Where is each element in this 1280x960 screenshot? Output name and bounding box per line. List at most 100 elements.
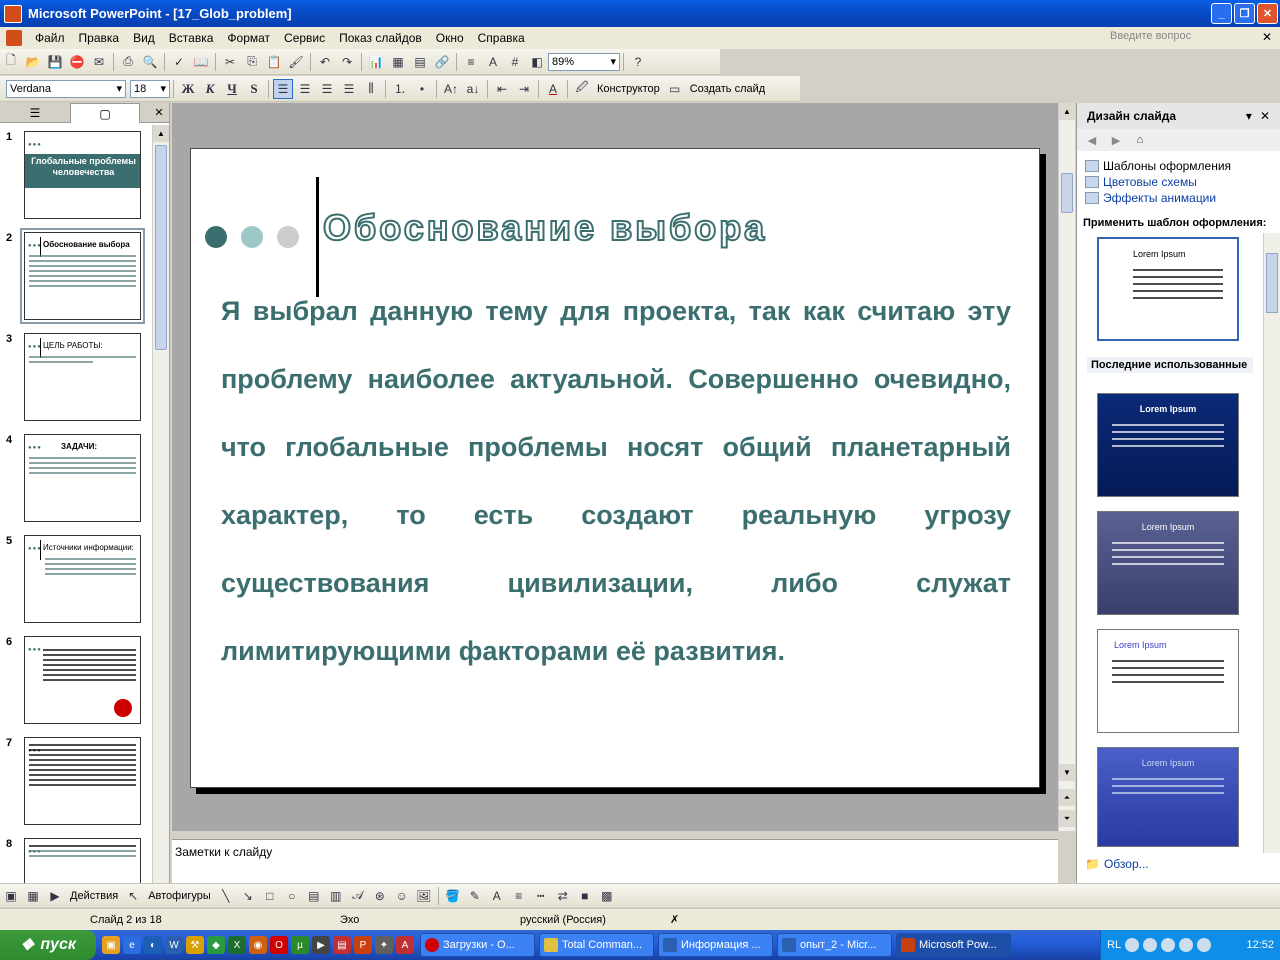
media-icon[interactable]: ▶: [312, 936, 330, 954]
slide-thumbnail-row[interactable]: 4 ●●● ЗАДАЧИ:: [0, 428, 150, 522]
menu-edit[interactable]: Правка: [72, 31, 127, 45]
new-slide-button[interactable]: Создать слайд: [686, 83, 769, 95]
task-word-opyt[interactable]: опыт_2 - Micr...: [777, 933, 892, 957]
close-button[interactable]: ✕: [1257, 3, 1278, 24]
color-grayscale-icon[interactable]: ◧: [527, 52, 547, 72]
picture-icon[interactable]: 🖼: [414, 886, 434, 906]
tray-icon[interactable]: [1125, 938, 1140, 952]
outline-tab[interactable]: ☰: [0, 103, 70, 123]
designer-button[interactable]: Конструктор: [593, 83, 664, 95]
chart-icon[interactable]: 📊: [366, 52, 386, 72]
firefox-icon[interactable]: ◉: [249, 936, 267, 954]
bullets-icon[interactable]: •: [412, 79, 432, 99]
dash-style-icon[interactable]: ┅: [531, 886, 551, 906]
font-color-icon[interactable]: A: [543, 79, 563, 99]
show-formatting-icon[interactable]: A: [483, 52, 503, 72]
align-center-icon[interactable]: ☰: [295, 79, 315, 99]
menu-insert[interactable]: Вставка: [162, 31, 221, 45]
slide-thumbnail-row[interactable]: 6 ●●●: [0, 630, 150, 724]
slide-thumbnail[interactable]: ●●● ЗАДАЧИ:: [24, 434, 141, 522]
app-icon[interactable]: ◆: [207, 936, 225, 954]
task-opera[interactable]: Загрузки - О...: [420, 933, 535, 957]
save-tool-icon[interactable]: ▤: [333, 936, 351, 954]
expand-all-icon[interactable]: ≡: [461, 52, 481, 72]
slideshow-view-icon[interactable]: ▶: [45, 886, 65, 906]
slide-thumbnail[interactable]: ●●●: [24, 838, 141, 883]
spelling-icon[interactable]: ✓: [169, 52, 189, 72]
menu-help[interactable]: Справка: [471, 31, 532, 45]
menu-tools[interactable]: Сервис: [277, 31, 332, 45]
save-icon[interactable]: 💾: [45, 52, 65, 72]
design-template-purple[interactable]: Lorem Ipsum: [1097, 511, 1239, 615]
slide-thumbnail-selected[interactable]: ●●● Обоснование выбора: [20, 228, 145, 324]
menu-view[interactable]: Вид: [126, 31, 162, 45]
forward-icon[interactable]: ▶: [1107, 131, 1125, 149]
slide-thumbnail-row[interactable]: 8 ●●●: [0, 832, 150, 883]
fill-color-icon[interactable]: 🪣: [443, 886, 463, 906]
acrobat-icon[interactable]: A: [396, 936, 414, 954]
slide-scrollbar[interactable]: ▲ ▼ ⏶ ⏷: [1058, 103, 1075, 831]
underline-button[interactable]: Ч: [222, 79, 242, 99]
tool-icon[interactable]: ⚒: [186, 936, 204, 954]
powerpoint-quick-icon[interactable]: P: [354, 936, 372, 954]
minimize-button[interactable]: _: [1211, 3, 1232, 24]
rectangle-icon[interactable]: □: [260, 886, 280, 906]
font-size-select[interactable]: 18 ▾: [130, 79, 170, 98]
restore-button[interactable]: ❐: [1234, 3, 1255, 24]
actions-menu[interactable]: Действия: [66, 890, 122, 902]
tray-icon[interactable]: [1143, 938, 1158, 952]
taskpane-scrollbar[interactable]: [1263, 233, 1280, 853]
slide-thumbnail-row[interactable]: 7 ●●●: [0, 731, 150, 825]
browse-link[interactable]: 📁 Обзор...: [1085, 857, 1149, 871]
language-indicator[interactable]: RL: [1107, 939, 1121, 951]
autoshapes-menu[interactable]: Автофигуры: [144, 890, 215, 902]
shadow-button[interactable]: S: [244, 79, 264, 99]
line-style-icon[interactable]: ≡: [509, 886, 529, 906]
color-schemes-link[interactable]: Цветовые схемы: [1085, 175, 1272, 189]
taskpane-menu-icon[interactable]: ▾: [1246, 109, 1252, 123]
design-templates-link[interactable]: Шаблоны оформления: [1085, 159, 1272, 173]
redo-icon[interactable]: ↷: [337, 52, 357, 72]
font-color-icon[interactable]: A: [487, 886, 507, 906]
slide-thumbnail-row[interactable]: 5 ●●● Источники информации:: [0, 529, 150, 623]
scroll-down-icon[interactable]: ▼: [1059, 764, 1075, 781]
slide-thumbnail-row[interactable]: 1 ●●● Глобальные проблемы человечества: [0, 125, 150, 219]
cut-icon[interactable]: ✂: [220, 52, 240, 72]
slide-thumbnail[interactable]: ●●●: [24, 636, 141, 724]
task-word-info[interactable]: Информация ...: [658, 933, 773, 957]
paste-icon[interactable]: 📋: [264, 52, 284, 72]
design-template-blue[interactable]: Lorem Ipsum: [1097, 393, 1239, 497]
slide-thumbnail[interactable]: ●●● ЦЕЛЬ РАБОТЫ:: [24, 333, 141, 421]
opera-icon[interactable]: O: [270, 936, 288, 954]
decrease-indent-icon[interactable]: ⇤: [492, 79, 512, 99]
decrease-font-icon[interactable]: a↓: [463, 79, 483, 99]
previous-slide-icon[interactable]: ⏶: [1059, 789, 1075, 806]
help-icon[interactable]: ?: [628, 52, 648, 72]
help-search-input[interactable]: Введите вопрос: [1106, 30, 1256, 46]
open-icon[interactable]: 📂: [23, 52, 43, 72]
animation-schemes-link[interactable]: Эффекты анимации: [1085, 191, 1272, 205]
clipart-icon[interactable]: ☺: [392, 886, 412, 906]
slide-thumbnail-row[interactable]: 2 ●●● Обоснование выбора: [0, 226, 150, 324]
grid-icon[interactable]: #: [505, 52, 525, 72]
new-icon[interactable]: 🗋: [1, 52, 21, 72]
close-doc-icon[interactable]: ✕: [1262, 30, 1272, 44]
back-icon[interactable]: ◀: [1083, 131, 1101, 149]
ie-icon[interactable]: e: [123, 936, 141, 954]
scroll-thumb[interactable]: [1061, 173, 1073, 213]
select-pointer-icon[interactable]: ↖: [123, 886, 143, 906]
start-button[interactable]: ❖ пуск: [0, 930, 96, 960]
menu-file[interactable]: Файл: [28, 31, 72, 45]
email-icon[interactable]: ✉: [89, 52, 109, 72]
menu-slideshow[interactable]: Показ слайдов: [332, 31, 429, 45]
research-icon[interactable]: 📖: [191, 52, 211, 72]
close-icon[interactable]: ✕: [149, 103, 169, 122]
sorter-view-icon[interactable]: ▦: [23, 886, 43, 906]
diagram-icon[interactable]: ⊛: [370, 886, 390, 906]
3d-style-icon[interactable]: ▩: [597, 886, 617, 906]
slide-title[interactable]: Обоснование выбора: [322, 206, 767, 249]
line-icon[interactable]: ╲: [216, 886, 236, 906]
slide-body-text[interactable]: Я выбрал данную тему для проекта, так ка…: [221, 277, 1011, 685]
tables-borders-icon[interactable]: ▤: [410, 52, 430, 72]
print-icon[interactable]: ⎙: [118, 52, 138, 72]
